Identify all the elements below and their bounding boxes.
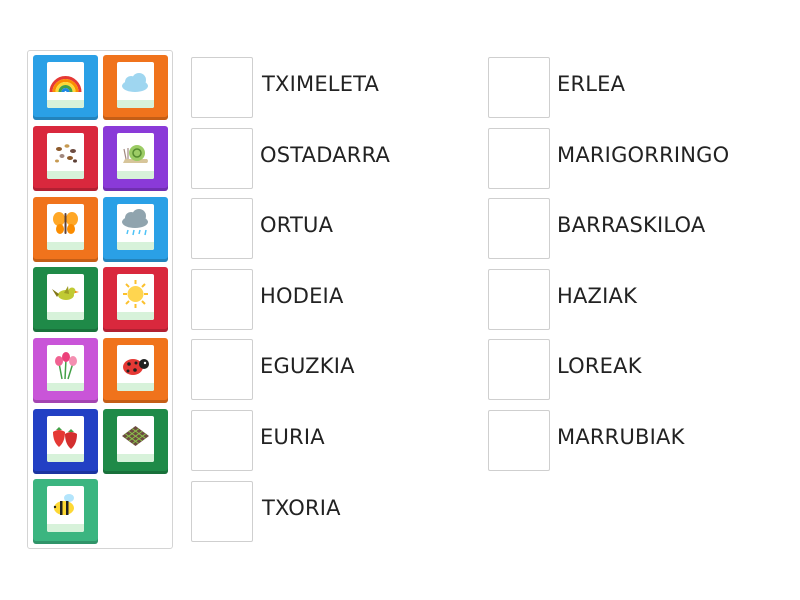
tile-butterfly[interactable] [33, 197, 98, 262]
drop-slot[interactable] [191, 128, 253, 189]
tile-card [47, 62, 84, 108]
tile-card [47, 204, 84, 250]
drop-slot[interactable] [191, 481, 253, 542]
tile-bird[interactable] [33, 267, 98, 332]
seeds-icon [55, 144, 77, 163]
tile-card [47, 486, 84, 532]
word-label: EGUZKIA [260, 354, 355, 378]
word-label: ORTUA [260, 213, 334, 237]
tile-card [117, 416, 154, 462]
word-label: BARRASKILOA [557, 213, 706, 237]
word-label: OSTADARRA [260, 143, 391, 167]
word-label: HAZIAK [557, 284, 638, 308]
drop-slot[interactable] [488, 128, 550, 189]
tile-card [117, 345, 154, 391]
word-label: EURIA [260, 425, 325, 449]
tile-card [47, 274, 84, 320]
word-label: MARRUBIAK [557, 425, 685, 449]
drop-slot[interactable] [488, 57, 550, 118]
tile-card [47, 345, 84, 391]
rain-cloud-icon [122, 209, 148, 236]
drop-slot[interactable] [488, 198, 550, 259]
drop-slot[interactable] [488, 269, 550, 330]
rainbow-icon [49, 76, 82, 93]
drop-slot[interactable] [488, 339, 550, 400]
tile-card [117, 133, 154, 179]
word-label: HODEIA [260, 284, 344, 308]
tile-card [117, 204, 154, 250]
tile-strawberries[interactable] [33, 409, 98, 474]
word-label: TXORIA [262, 496, 341, 520]
tile-sun[interactable] [103, 267, 168, 332]
cloud-icon [122, 73, 148, 92]
drop-slot[interactable] [191, 410, 253, 471]
tile-rain-cloud[interactable] [103, 197, 168, 262]
tile-card [117, 62, 154, 108]
word-label: MARIGORRINGO [557, 143, 730, 167]
garden-plot-icon [122, 426, 149, 446]
tile-ladybug[interactable] [103, 338, 168, 403]
strawberries-icon [53, 427, 77, 449]
bee-icon [53, 494, 74, 515]
drop-slot[interactable] [488, 410, 550, 471]
sun-icon [123, 280, 148, 308]
word-label: ERLEA [557, 72, 626, 96]
drop-slot[interactable] [191, 269, 253, 330]
flowers-icon [55, 352, 77, 380]
word-label: TXIMELETA [262, 72, 380, 96]
tile-rainbow[interactable] [33, 55, 98, 120]
drop-slot[interactable] [191, 198, 253, 259]
butterfly-icon [53, 212, 78, 234]
tile-card [117, 274, 154, 320]
tile-bee[interactable] [33, 479, 98, 544]
tile-seeds[interactable] [33, 126, 98, 191]
drop-slot[interactable] [191, 339, 253, 400]
drop-slot[interactable] [191, 57, 253, 118]
tile-snail[interactable] [103, 126, 168, 191]
snail-icon [123, 145, 148, 163]
tile-card [47, 133, 84, 179]
ladybug-icon [123, 359, 149, 375]
bird-icon [52, 286, 79, 300]
word-label: LOREAK [557, 354, 642, 378]
tile-flowers[interactable] [33, 338, 98, 403]
tile-card [47, 416, 84, 462]
tile-cloud[interactable] [103, 55, 168, 120]
tile-garden-plot[interactable] [103, 409, 168, 474]
